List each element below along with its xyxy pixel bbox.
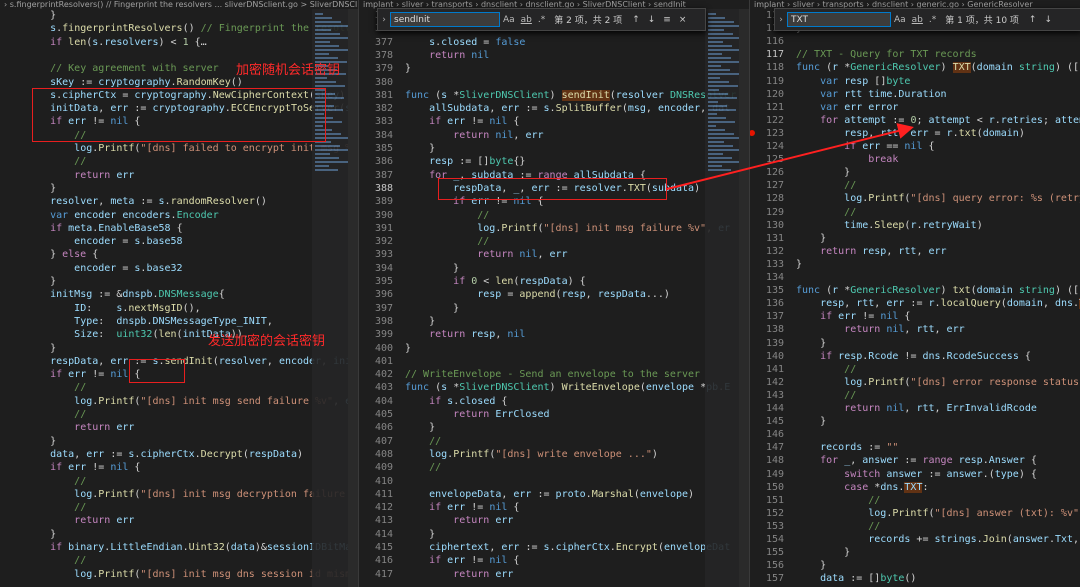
annotation-arrow <box>666 123 914 190</box>
